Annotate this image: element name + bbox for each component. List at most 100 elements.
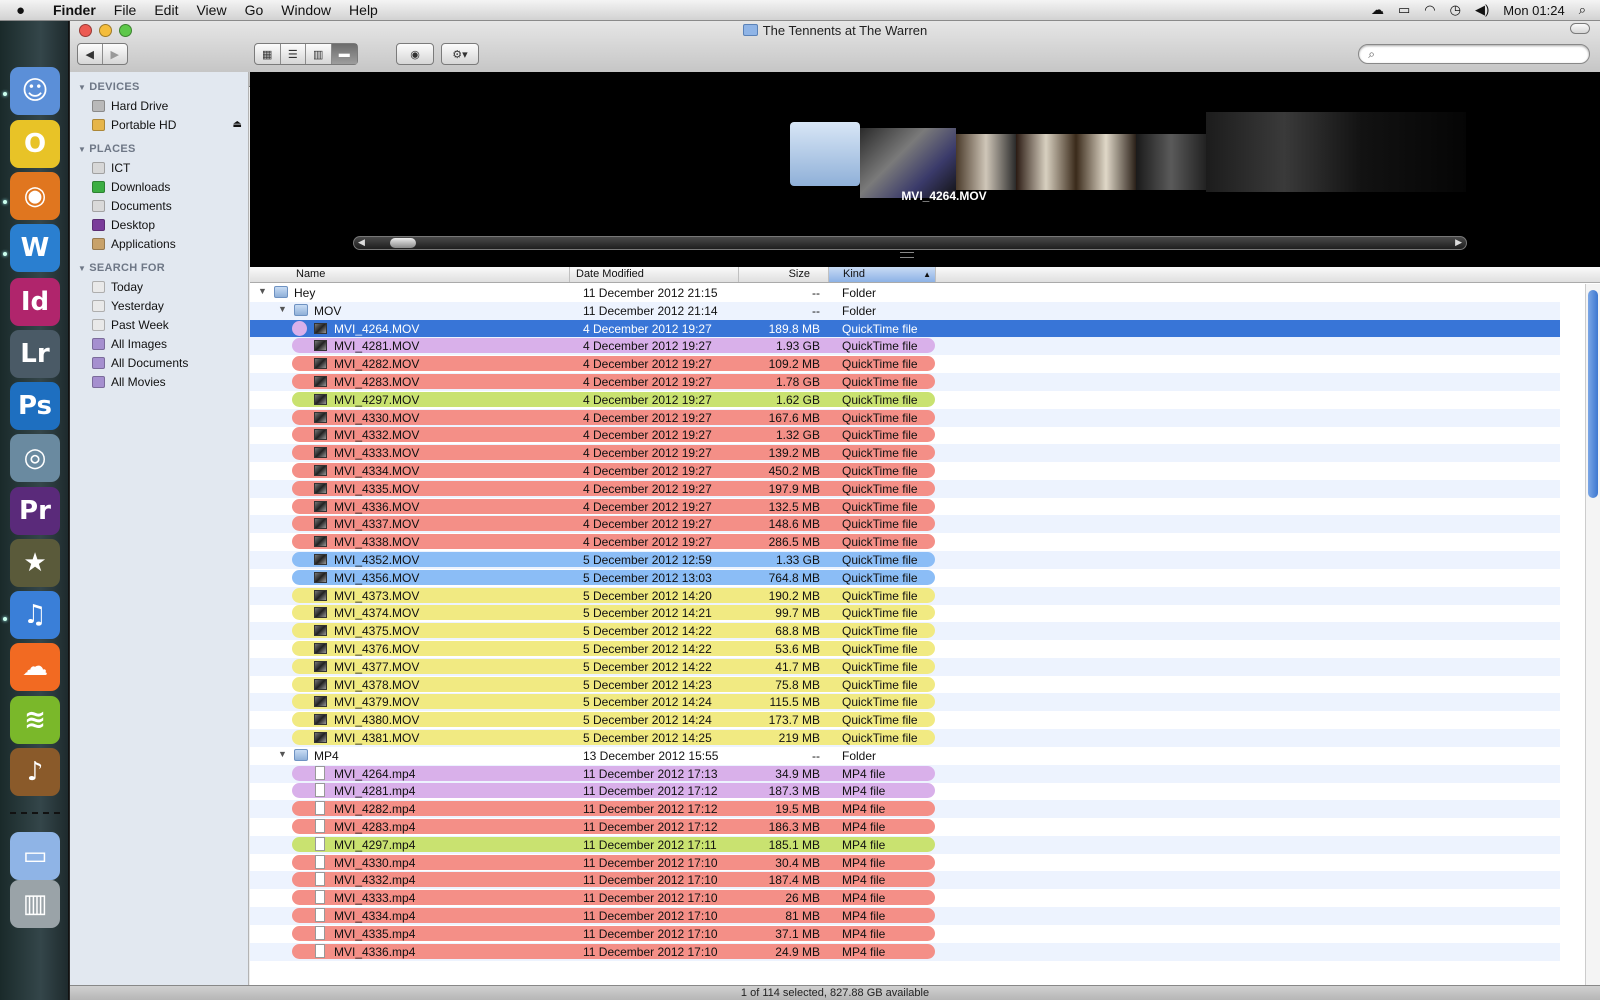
column-size[interactable]: Size [739, 267, 829, 282]
sidebar-item-past-week[interactable]: Past Week [70, 315, 248, 334]
vertical-scrollbar[interactable] [1585, 284, 1600, 985]
file-row[interactable]: MVI_4337.MOV 4 December 2012 19:27 148.6 M… [250, 515, 1560, 534]
time-machine-icon[interactable]: ◷ [1450, 2, 1461, 18]
file-row[interactable]: MVI_4264.MOV 4 December 2012 19:27 189.8 M… [250, 319, 1560, 338]
cover-folder-icon[interactable] [790, 122, 860, 186]
cover-video-thumbnail[interactable] [1206, 112, 1466, 192]
sidebar-item-portable-hd[interactable]: Portable HD ⏏ [70, 115, 248, 134]
file-row[interactable]: MVI_4352.MOV 5 December 2012 12:59 1.33 GB… [250, 551, 1560, 569]
cover-video-thumbnail[interactable] [1076, 134, 1136, 190]
file-row[interactable]: MVI_4282.MOV 4 December 2012 19:27 109.2 M… [250, 355, 1560, 373]
file-row[interactable]: MVI_4281.MOV 4 December 2012 19:27 1.93 GB… [250, 337, 1560, 356]
file-row[interactable]: MVI_4336.MOV 4 December 2012 19:27 132.5 M… [250, 498, 1560, 516]
sidebar-header-places[interactable]: ▼ PLACES [78, 143, 248, 155]
file-row[interactable]: MVI_4374.MOV 5 December 2012 14:21 99.7 MB… [250, 604, 1560, 622]
imovie-icon[interactable]: ★ [10, 539, 60, 587]
file-row[interactable]: MVI_4281.mp4 11 December 2012 17:12 187.3 … [250, 782, 1560, 800]
indesign-icon[interactable]: Id [10, 278, 60, 326]
file-row[interactable]: MVI_4379.MOV 5 December 2012 14:24 115.5 M… [250, 693, 1560, 712]
menu-clock[interactable]: Mon 01:24 [1503, 3, 1564, 18]
sidebar-item-desktop[interactable]: Desktop [70, 215, 248, 234]
disclosure-triangle-icon[interactable]: ▼ [278, 749, 287, 759]
photoshop-icon[interactable]: Ps [10, 382, 60, 430]
sidebar-item-all-movies[interactable]: All Movies [70, 372, 248, 391]
volume-icon[interactable]: ◀) [1475, 2, 1489, 18]
folder-row[interactable]: ▼ MOV 11 December 2012 21:14 -- Folder [250, 301, 1560, 320]
folder-row[interactable]: ▼ MP4 13 December 2012 15:55 -- Folder [250, 747, 1560, 765]
file-row[interactable]: MVI_4377.MOV 5 December 2012 14:22 41.7 MB… [250, 657, 1560, 676]
trash-icon[interactable]: ▥ [10, 880, 60, 928]
spotify-icon[interactable]: ≋ [10, 696, 60, 744]
cover-flow-scroll-thumb[interactable] [390, 238, 416, 248]
menu-window[interactable]: Window [272, 2, 340, 18]
sidebar-item-ict[interactable]: ICT [70, 158, 248, 177]
file-row[interactable]: MVI_4334.mp4 11 December 2012 17:10 81 MB M… [250, 907, 1560, 925]
file-row[interactable]: MVI_4333.mp4 11 December 2012 17:10 26 MB M… [250, 889, 1560, 907]
firefox-icon[interactable]: ◉ [10, 172, 60, 220]
file-row[interactable]: MVI_4356.MOV 5 December 2012 13:03 764.8 M… [250, 569, 1560, 587]
file-row[interactable]: MVI_4283.mp4 11 December 2012 17:12 186.3 … [250, 818, 1560, 836]
sidebar-item-yesterday[interactable]: Yesterday [70, 296, 248, 315]
sidebar-item-all-images[interactable]: All Images [70, 334, 248, 353]
file-row[interactable]: MVI_4332.mp4 11 December 2012 17:10 187.4 … [250, 871, 1560, 890]
sidebar-item-applications[interactable]: Applications [70, 234, 248, 253]
file-row[interactable]: MVI_4330.MOV 4 December 2012 19:27 167.6 M… [250, 408, 1560, 427]
opera-icon[interactable]: O [10, 120, 60, 168]
action-menu-button[interactable]: ⚙▾ [441, 43, 479, 65]
search-input[interactable] [1358, 44, 1590, 64]
file-row[interactable]: MVI_4282.mp4 11 December 2012 17:12 19.5 M… [250, 800, 1560, 819]
soundcloud-icon[interactable]: ☁ [10, 643, 60, 691]
cover-video-thumbnail[interactable] [1136, 134, 1206, 190]
file-row[interactable]: MVI_4338.MOV 4 December 2012 19:27 286.5 M… [250, 533, 1560, 551]
toolbar-toggle-button[interactable] [1570, 23, 1590, 34]
file-row[interactable]: MVI_4336.mp4 11 December 2012 17:10 24.9 M… [250, 942, 1560, 961]
cover-video-thumbnail[interactable] [860, 128, 956, 198]
cover-flow-scrollbar[interactable]: ◀ ▶ [353, 236, 1467, 250]
sidebar-item-today[interactable]: Today [70, 277, 248, 296]
column-date-modified[interactable]: Date Modified [570, 267, 739, 282]
menu-go[interactable]: Go [236, 2, 273, 18]
cover-flow-view[interactable]: MVI_4264.MOV ◀ ▶ [250, 72, 1600, 267]
file-row[interactable]: MVI_4335.MOV 4 December 2012 19:27 197.9 M… [250, 479, 1560, 498]
eject-icon[interactable]: ⏏ [233, 119, 242, 130]
sidebar-header-devices[interactable]: ▼ DEVICES [78, 81, 248, 93]
file-row[interactable]: MVI_4264.mp4 11 December 2012 17:13 34.9 M… [250, 764, 1560, 783]
file-row[interactable]: MVI_4375.MOV 5 December 2012 14:22 68.8 MB… [250, 622, 1560, 641]
finder-icon[interactable]: ☺ [10, 67, 60, 115]
garageband-icon[interactable]: ♪ [10, 748, 60, 796]
icon-view-button[interactable]: ▦ [255, 44, 281, 64]
disclosure-triangle-icon[interactable]: ▼ [278, 304, 287, 314]
file-row[interactable]: MVI_4373.MOV 5 December 2012 14:20 190.2 M… [250, 586, 1560, 605]
column-name[interactable]: Name [250, 267, 570, 282]
scroll-left-icon[interactable]: ◀ [358, 237, 365, 248]
vertical-scroll-thumb[interactable] [1588, 290, 1598, 498]
back-button[interactable]: ◀ [78, 44, 103, 64]
column-view-button[interactable]: ▥ [306, 44, 332, 64]
file-row[interactable]: MVI_4376.MOV 5 December 2012 14:22 53.6 MB… [250, 640, 1560, 658]
menu-help[interactable]: Help [340, 2, 387, 18]
word-icon[interactable]: W [10, 224, 60, 272]
premiere-icon[interactable]: Pr [10, 487, 60, 535]
forward-button[interactable]: ▶ [103, 44, 127, 64]
menu-app-name[interactable]: Finder [44, 2, 105, 18]
file-row[interactable]: MVI_4297.MOV 4 December 2012 19:27 1.62 GB… [250, 391, 1560, 409]
cover-video-thumbnail[interactable] [1016, 134, 1076, 190]
lightroom-icon[interactable]: Lr [10, 330, 60, 378]
downloads-stack-icon[interactable]: ▭ [10, 832, 60, 880]
apple-menu-icon[interactable]: ● [16, 2, 38, 19]
spotlight-icon[interactable]: ⌕ [1579, 2, 1586, 18]
file-row[interactable]: MVI_4335.mp4 11 December 2012 17:10 37.1 M… [250, 925, 1560, 943]
file-row[interactable]: MVI_4334.MOV 4 December 2012 19:27 450.2 M… [250, 462, 1560, 480]
wifi-icon[interactable]: ◠ [1424, 2, 1435, 18]
aperture-icon[interactable]: ◎ [10, 434, 60, 482]
sidebar-item-documents[interactable]: Documents [70, 196, 248, 215]
disclosure-triangle-icon[interactable]: ▼ [258, 286, 267, 296]
file-row[interactable]: MVI_4297.mp4 11 December 2012 17:11 185.1 … [250, 835, 1560, 854]
cover-flow-resize-handle[interactable] [900, 252, 914, 258]
cloud-icon[interactable]: ☁ [1371, 2, 1384, 18]
menu-file[interactable]: File [105, 2, 146, 18]
cover-video-thumbnail[interactable] [956, 134, 1016, 190]
file-row[interactable]: MVI_4380.MOV 5 December 2012 14:24 173.7 M… [250, 711, 1560, 729]
file-row[interactable]: MVI_4378.MOV 5 December 2012 14:23 75.8 MB… [250, 676, 1560, 694]
sidebar-item-hard-drive[interactable]: Hard Drive [70, 96, 248, 115]
